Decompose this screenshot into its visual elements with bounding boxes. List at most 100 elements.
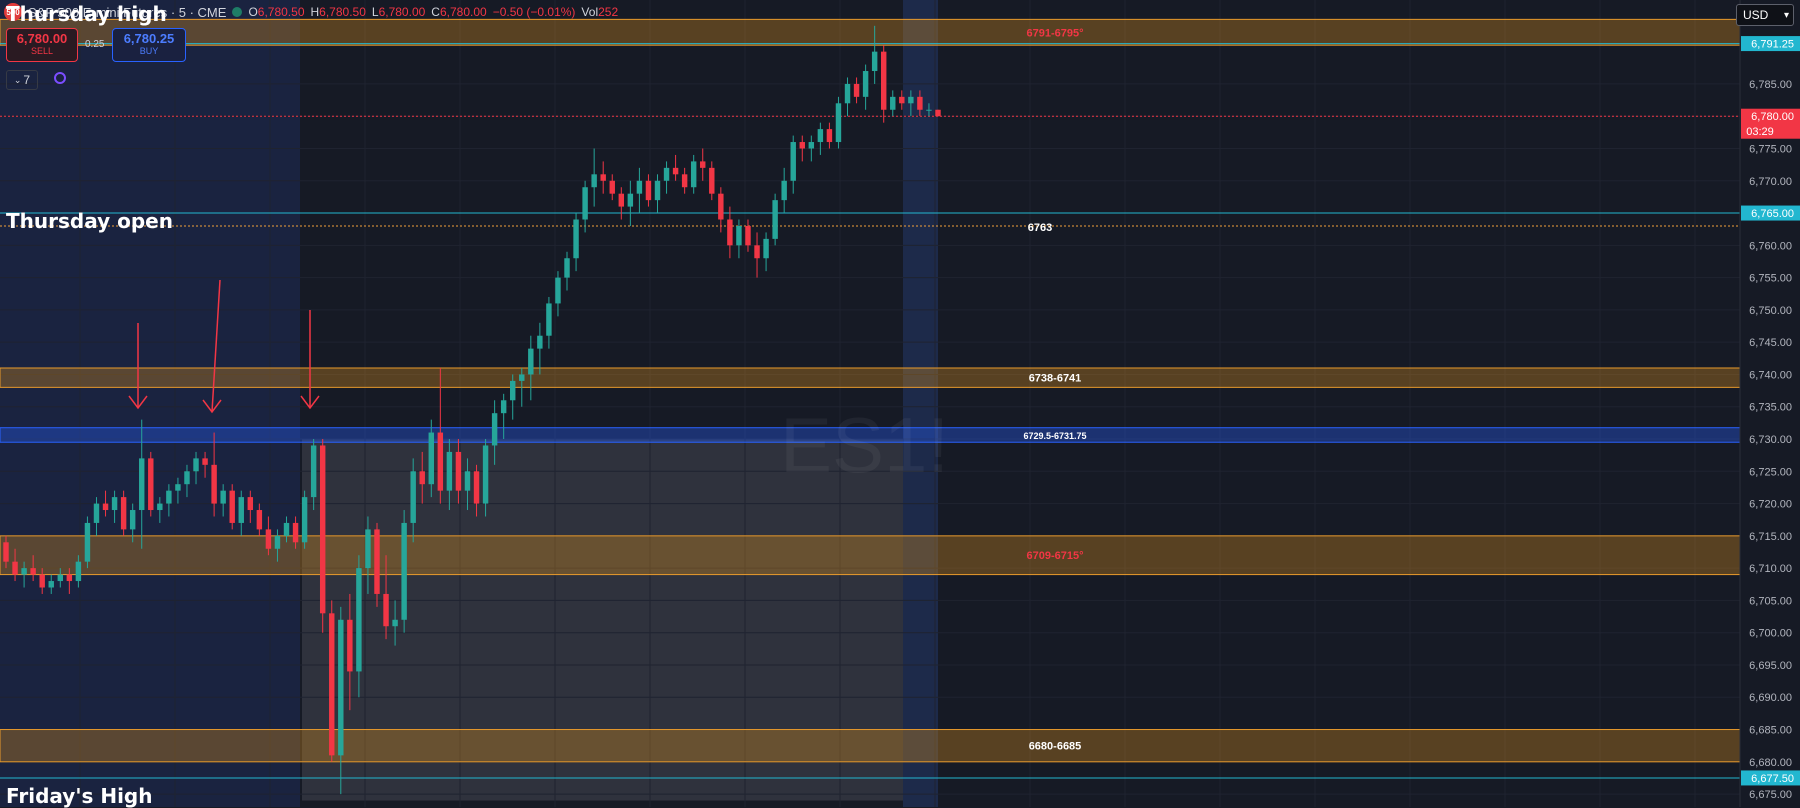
chevron-down-icon: ⌄ (13, 74, 22, 85)
zone-label: 6680-6685 (1029, 741, 1082, 753)
candle-body (66, 574, 73, 582)
candle-body (175, 484, 181, 491)
candle-body (546, 303, 552, 336)
axis-tick-label: 6,745.00 (1749, 337, 1792, 349)
candle-body (555, 277, 561, 304)
candle (437, 367, 444, 504)
price-tag-label: 6,780.00 (1751, 111, 1794, 123)
price-line-label: 6763 (1028, 222, 1052, 234)
candle (853, 77, 860, 104)
candle-body (437, 432, 444, 491)
currency-selector[interactable]: USD ▾ (1736, 4, 1794, 26)
candle-body (663, 167, 670, 181)
candle-body (356, 568, 362, 672)
candle (781, 167, 787, 214)
axis-tick-label: 6,740.00 (1749, 369, 1792, 381)
candle-body (265, 529, 272, 549)
candle-body (473, 471, 480, 504)
candle-body (871, 51, 878, 72)
candle (654, 174, 661, 214)
candle (817, 122, 824, 155)
buy-button[interactable]: 6,780.25 BUY (112, 28, 186, 62)
candle-body (338, 619, 344, 756)
candle (401, 510, 407, 633)
candle-body (727, 219, 733, 246)
candle-body (880, 51, 887, 110)
candle-body (690, 161, 697, 188)
zone-band (0, 729, 1741, 763)
candle-body (48, 581, 54, 588)
candle (510, 374, 516, 420)
candle-body (745, 225, 751, 246)
candle (862, 64, 869, 110)
candle-body (329, 613, 335, 756)
candle-body (120, 497, 127, 530)
candle-body (75, 561, 82, 582)
friday-high-label: Friday's High (6, 784, 153, 808)
candle-body (826, 129, 833, 143)
candle (745, 219, 751, 252)
candle-body (672, 167, 679, 175)
candle-body (718, 193, 724, 220)
candle-body (917, 96, 923, 110)
symbol-watermark: ES1! (780, 401, 950, 489)
candle-body (30, 568, 36, 575)
candle (935, 109, 941, 117)
candle-body (410, 471, 416, 523)
candle-body (464, 471, 471, 491)
candle-body (609, 180, 615, 194)
candle-body (582, 187, 588, 220)
sell-button[interactable]: 6,780.00 SELL (6, 28, 78, 62)
candle (582, 180, 588, 233)
candle-body (709, 167, 715, 194)
axis-tick-label: 6,730.00 (1749, 434, 1792, 446)
thursday-high-label: Thursday high (6, 2, 167, 26)
candle-body (3, 542, 9, 562)
indicators-toggle[interactable]: ⌄ 7 (6, 70, 38, 90)
candle-body (166, 490, 172, 504)
candle-body (401, 522, 407, 620)
zone-band (0, 18, 1741, 46)
zone-band (0, 367, 1741, 388)
candle (709, 161, 715, 201)
zone-band (0, 535, 1741, 576)
axis-tick-label: 6,785.00 (1749, 79, 1792, 91)
candle-body (618, 193, 625, 207)
candle-body (455, 451, 462, 491)
candle (229, 484, 235, 530)
candle (528, 335, 534, 401)
candle (120, 490, 127, 536)
candle (148, 451, 154, 517)
candle-body (899, 96, 905, 104)
candle-body (247, 497, 254, 511)
candle-body (148, 458, 154, 511)
candle-body (482, 445, 489, 504)
indicator-loading-icon[interactable] (54, 72, 66, 84)
candle (681, 167, 688, 194)
candle-body (57, 574, 64, 582)
zone-label: 6791-6795° (1026, 27, 1083, 39)
candle-body (926, 109, 932, 111)
candle (736, 219, 742, 259)
axis-tick-label: 6,715.00 (1749, 531, 1792, 543)
candle-body (573, 219, 579, 259)
candle-body (763, 238, 769, 259)
candle-body (808, 142, 815, 149)
zone-label: 6738-6741 (1029, 373, 1082, 385)
zone-label: 6729.5-6731.75 (1023, 431, 1086, 441)
candle (546, 296, 552, 349)
countdown-label: 03:29 (1746, 126, 1774, 138)
candle-body (229, 490, 235, 523)
candle (591, 148, 597, 207)
candle (754, 232, 760, 278)
candle-body (600, 174, 606, 181)
axis-tick-label: 6,725.00 (1749, 466, 1792, 478)
axis-tick-label: 6,685.00 (1749, 725, 1792, 737)
candle-body (383, 593, 389, 627)
price-axis: 6,675.00 6,680.00 6,685.00 6,690.00 6,695.00… (1739, 0, 1800, 807)
candle-body (283, 522, 290, 536)
candle (790, 135, 796, 194)
candle-body (636, 180, 643, 194)
candle (636, 167, 643, 214)
candle (880, 45, 887, 123)
